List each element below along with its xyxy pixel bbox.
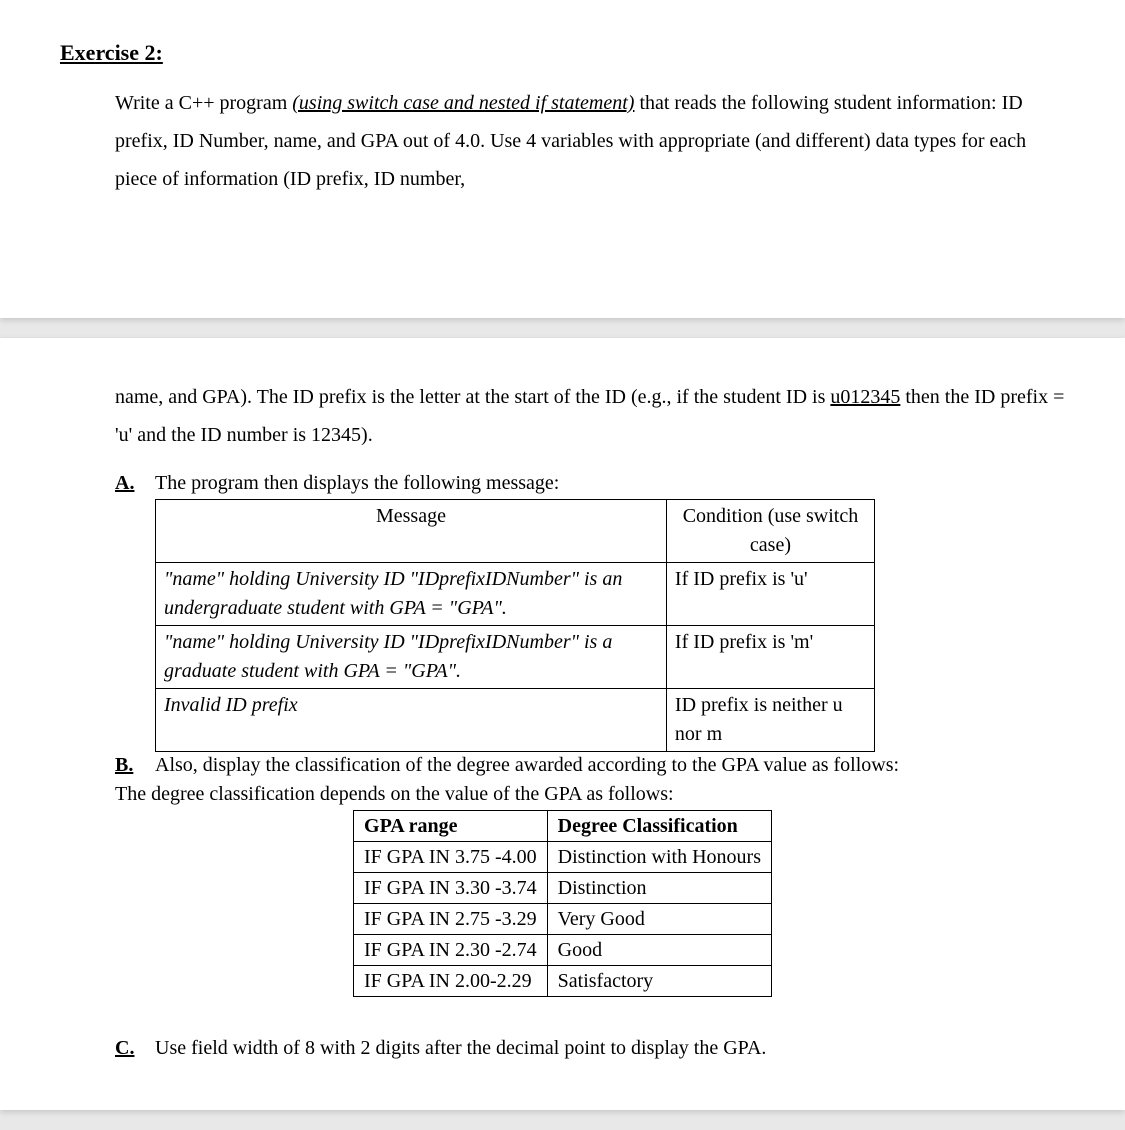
part-b-label: B. [115, 754, 155, 777]
table1-msg-2: Invalid ID prefix [156, 689, 667, 752]
part-c-label: C. [115, 1037, 155, 1060]
part-a: A. The program then displays the followi… [115, 472, 1065, 752]
table2-header-range: GPA range [354, 811, 548, 842]
table1-header-condition: Condition (use switch case) [666, 500, 874, 563]
part-c: C. Use field width of 8 with 2 digits af… [115, 1037, 1065, 1060]
table-row: IF GPA IN 2.75 -3.29 Very Good [354, 904, 772, 935]
table2-r4: IF GPA IN 2.00-2.29 [354, 966, 548, 997]
table1-header-message: Message [156, 500, 667, 563]
intro-emph: (using switch case and nested if stateme… [292, 92, 634, 114]
table1-msg-1: "name" holding University ID "IDprefixID… [156, 626, 667, 689]
table-row: "name" holding University ID "IDprefixID… [156, 626, 875, 689]
table-row: "name" holding University ID "IDprefixID… [156, 563, 875, 626]
table2-r3: IF GPA IN 2.30 -2.74 [354, 935, 548, 966]
intro-pre: Write a C++ program [115, 92, 292, 114]
table-row: IF GPA IN 2.30 -2.74 Good [354, 935, 772, 966]
intro-paragraph: Write a C++ program (using switch case a… [115, 84, 1065, 198]
table1-cond-0: If ID prefix is 'u' [666, 563, 874, 626]
table-row: IF GPA IN 3.30 -3.74 Distinction [354, 873, 772, 904]
table2-header-class: Degree Classification [547, 811, 771, 842]
continuation-paragraph: name, and GPA). The ID prefix is the let… [115, 378, 1065, 454]
table2-r1: IF GPA IN 3.30 -3.74 [354, 873, 548, 904]
table2-c1: Distinction [547, 873, 771, 904]
table2-r2: IF GPA IN 2.75 -3.29 [354, 904, 548, 935]
cont-underlined-id: u012345 [830, 386, 900, 408]
part-b: B. Also, display the classification of t… [115, 754, 1065, 777]
table1-cond-1: If ID prefix is 'm' [666, 626, 874, 689]
message-condition-table: Message Condition (use switch case) "nam… [155, 499, 875, 752]
table2-c3: Good [547, 935, 771, 966]
table-row: IF GPA IN 2.00-2.29 Satisfactory [354, 966, 772, 997]
table2-c0: Distinction with Honours [547, 842, 771, 873]
table1-cond-2: ID prefix is neither u nor m [666, 689, 874, 752]
part-c-text: Use field width of 8 with 2 digits after… [155, 1037, 1065, 1060]
page-2: name, and GPA). The ID prefix is the let… [0, 338, 1125, 1110]
cont-pre: name, and GPA). The ID prefix is the let… [115, 386, 830, 408]
table-row: Invalid ID prefix ID prefix is neither u… [156, 689, 875, 752]
table2-c2: Very Good [547, 904, 771, 935]
table-row: IF GPA IN 3.75 -4.00 Distinction with Ho… [354, 842, 772, 873]
part-a-text: The program then displays the following … [155, 472, 1065, 495]
gpa-classification-table: GPA range Degree Classification IF GPA I… [353, 810, 772, 997]
table2-c4: Satisfactory [547, 966, 771, 997]
part-b-subtext: The degree classification depends on the… [115, 783, 1065, 806]
part-b-text: Also, display the classification of the … [155, 754, 1065, 777]
page-1: Exercise 2: Write a C++ program (using s… [0, 0, 1125, 318]
exercise-title: Exercise 2: [60, 40, 1065, 66]
table1-msg-0: "name" holding University ID "IDprefixID… [156, 563, 667, 626]
part-a-label: A. [115, 472, 155, 752]
table2-r0: IF GPA IN 3.75 -4.00 [354, 842, 548, 873]
